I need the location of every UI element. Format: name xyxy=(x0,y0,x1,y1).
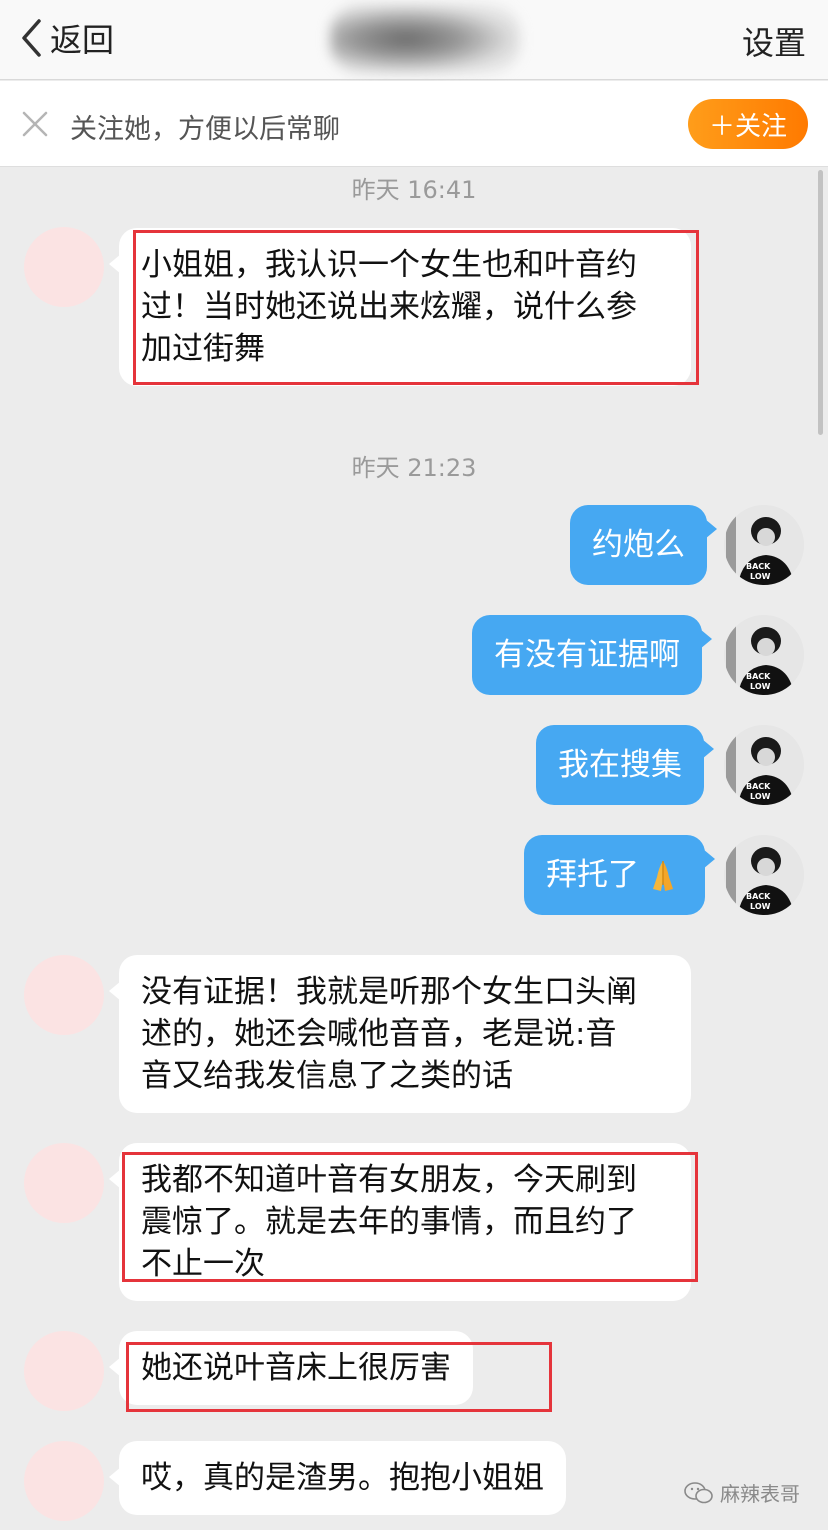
svg-text:BACK: BACK xyxy=(746,672,771,681)
chevron-left-icon xyxy=(22,19,41,57)
user-avatar-photo-icon: BACK LOW xyxy=(724,725,804,805)
message-line: 不止一次 xyxy=(141,1246,265,1282)
message-line: 加过街舞 xyxy=(141,331,265,367)
svg-text:BACK: BACK xyxy=(746,892,771,901)
message-line: 我都不知道叶音有女朋友，今天刷到 xyxy=(141,1162,637,1198)
watermark-text: 麻辣表哥 xyxy=(720,1482,800,1506)
user-avatar-photo-icon: BACK LOW xyxy=(724,615,804,695)
svg-text:BACK: BACK xyxy=(746,782,771,791)
message-bubble-left: 没有证据！我就是听那个女生口头阐 述的，她还会喊他音音，老是说:音 音又给我发信… xyxy=(109,955,691,1113)
avatar[interactable] xyxy=(24,227,104,307)
message-text: 拜托了 xyxy=(546,857,639,893)
avatar[interactable] xyxy=(24,955,104,1035)
message-bubble-left: 小姐姐，我认识一个女生也和叶音约 过！当时她还说出来炫耀，说什么参 加过街舞 xyxy=(109,228,691,386)
avatar[interactable] xyxy=(24,1143,104,1223)
message-bubble-right: 约炮么 xyxy=(570,505,717,585)
message-line: 过！当时她还说出来炫耀，说什么参 xyxy=(141,289,637,325)
user-avatar-photo-icon: BACK LOW xyxy=(724,505,804,585)
close-icon[interactable] xyxy=(22,111,48,137)
user-avatar-photo-icon: BACK LOW xyxy=(724,835,804,915)
svg-text:LOW: LOW xyxy=(750,902,771,911)
timestamp: 昨天 21:23 xyxy=(351,454,477,482)
follow-suggestion-bar: 关注她，方便以后常聊 ＋关注 xyxy=(0,81,828,167)
avatar[interactable] xyxy=(24,1441,104,1521)
settings-button[interactable]: 设置 xyxy=(742,18,806,64)
back-button[interactable]: 返回 xyxy=(20,14,114,62)
message-line: 小姐姐，我认识一个女生也和叶音约 xyxy=(141,247,637,283)
avatar[interactable] xyxy=(24,1331,104,1411)
message-line: 音又给我发信息了之类的话 xyxy=(141,1058,513,1094)
follow-button[interactable]: ＋关注 xyxy=(688,99,808,149)
svg-text:LOW: LOW xyxy=(750,572,771,581)
message-line: 她还说叶音床上很厉害 xyxy=(141,1350,451,1386)
wechat-icon xyxy=(684,1481,713,1503)
message-line: 没有证据！我就是听那个女生口头阐 xyxy=(141,974,637,1010)
svg-text:BACK: BACK xyxy=(746,562,771,571)
message-line: 述的，她还会喊他音音，老是说:音 xyxy=(141,1016,617,1052)
follow-prompt: 关注她，方便以后常聊 xyxy=(70,114,340,145)
blurred-contact-name xyxy=(330,4,520,74)
svg-text:LOW: LOW xyxy=(750,682,771,691)
message-bubble-right: 拜托了 xyxy=(524,835,715,915)
avatar[interactable]: BACK LOW xyxy=(724,505,804,585)
timestamp: 昨天 16:41 xyxy=(351,176,477,204)
avatar[interactable]: BACK LOW xyxy=(724,835,804,915)
svg-text:LOW: LOW xyxy=(750,792,771,801)
scrollbar[interactable] xyxy=(818,170,823,435)
watermark: 麻辣表哥 xyxy=(684,1478,800,1507)
message-bubble-left: 她还说叶音床上很厉害 xyxy=(109,1331,473,1405)
message-line: 哎，真的是渣男。抱抱小姐姐 xyxy=(141,1460,544,1496)
message-bubble-left: 哎，真的是渣男。抱抱小姐姐 xyxy=(109,1441,566,1515)
message-bubble-right: 有没有证据啊 xyxy=(472,615,712,695)
pray-emoji-icon xyxy=(653,861,673,891)
avatar[interactable]: BACK LOW xyxy=(724,725,804,805)
top-navigation-bar: 返回 设置 xyxy=(0,0,828,80)
message-bubble-left: 我都不知道叶音有女朋友，今天刷到 震惊了。就是去年的事情，而且约了 不止一次 xyxy=(109,1143,691,1301)
message-line: 震惊了。就是去年的事情，而且约了 xyxy=(141,1204,637,1240)
avatar[interactable]: BACK LOW xyxy=(724,615,804,695)
back-label: 返回 xyxy=(50,21,115,59)
message-bubble-right: 我在搜集 xyxy=(536,725,714,805)
